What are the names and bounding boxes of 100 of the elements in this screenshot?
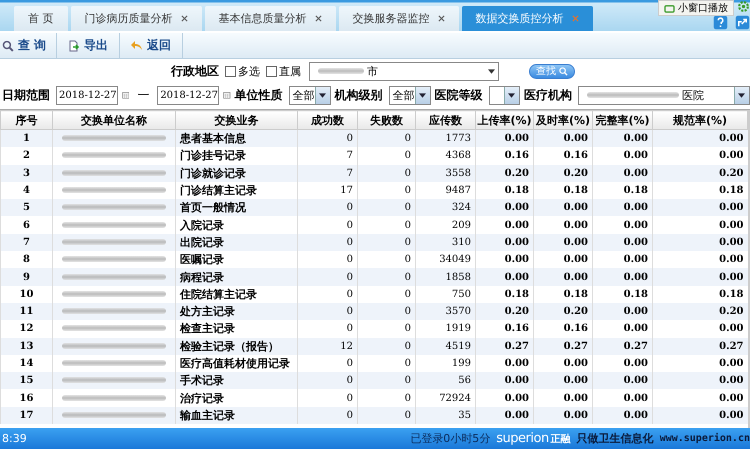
table-cell: 7 [298,164,358,182]
table-cell: 0.00 [592,302,652,320]
table-cell: 1773 [416,130,476,148]
table-cell: 0 [358,338,416,355]
tab[interactable]: 基本信息质量分析 [204,6,336,31]
column-header[interactable]: 及时率(%) [534,110,592,130]
table-cell: 11 [0,302,52,320]
table-cell: 0 [298,234,358,252]
date-field[interactable]: 2018-12-27 [157,86,219,104]
session-time: 已登录0小时5分 [410,431,490,446]
toolbar-button[interactable]: 查 询 [0,33,57,58]
help-icon[interactable] [713,15,728,30]
table-cell: 输血主记录 [176,406,298,424]
column-header[interactable]: 规范率(%) [652,110,748,130]
tab[interactable]: 首 页 [14,6,68,31]
table-cell: 0.20 [652,164,748,182]
column-header[interactable]: 序号 [0,110,52,130]
table-cell: 0 [358,406,416,424]
calendar-icon[interactable] [222,89,231,101]
filter-label: 医疗机构 [524,86,572,104]
table-cell: 0.20 [476,164,534,182]
table-cell: 0.00 [592,268,652,286]
calendar-icon[interactable] [122,89,130,101]
checkbox-label: 多选 [238,64,260,78]
column-header[interactable]: 成功数 [298,110,358,130]
column-header[interactable]: 失败数 [358,110,416,130]
tab[interactable]: 门诊病历质量分析 [70,6,202,31]
settings-icon[interactable] [737,0,750,13]
filter-label: 机构级别 [334,86,383,104]
table-cell: 0.00 [652,234,748,252]
column-header[interactable]: 交换单位名称 [52,110,176,130]
table-cell: 4519 [416,338,476,355]
toolbar-button[interactable]: 返回 [120,33,183,58]
toolbar-button[interactable]: 导出 [57,33,120,58]
share-icon[interactable] [735,15,750,30]
table-cell: 0.00 [592,234,652,252]
table-cell: 0 [298,406,358,424]
column-header[interactable]: 交换业务 [176,110,298,130]
column-header[interactable]: 完整率(%) [592,110,652,130]
table-cell: 0 [358,302,416,320]
table-cell: 0.20 [476,302,534,320]
table-cell: 310 [416,234,476,252]
table-cell: 病程记录 [176,268,298,286]
close-icon[interactable] [180,15,188,22]
table-cell: 7 [0,234,52,252]
column-header[interactable]: 应传数 [416,110,476,130]
website-url: www.superion.cn [660,433,750,444]
close-icon[interactable] [438,15,444,22]
tv-icon [664,4,675,12]
table-cell: 0.20 [652,302,748,320]
slogan-text: 只做卫生信息化 [576,431,654,446]
table-cell: 12 [298,338,358,355]
region-select[interactable]: 市 [309,62,499,80]
table-cell: 9 [0,268,52,286]
table-cell: 15 [0,372,52,390]
search-icon [559,66,568,76]
caret-icon[interactable] [508,92,516,98]
table-cell: 0 [358,372,416,390]
table-cell: 0.27 [534,338,592,355]
table-cell: 患者基本信息 [176,130,298,148]
table-cell: 0.27 [476,338,534,355]
table-cell: 0.00 [652,130,748,148]
select-field[interactable] [488,86,520,104]
clock-text: 8:39 [1,432,27,445]
table-cell: 0.00 [476,130,534,148]
caret-icon[interactable] [738,92,746,98]
popout-button[interactable]: 小窗口播放 [658,0,734,16]
caret-icon[interactable] [488,68,494,74]
table-cell: 0.00 [476,268,534,286]
table-cell: 0 [298,199,358,216]
table-cell: 0 [298,372,358,390]
close-icon[interactable] [314,15,322,22]
table-cell: 3558 [416,164,476,182]
table-cell: 0.00 [592,130,652,148]
date-field[interactable]: 2018-12-27 [56,86,118,104]
table-cell: 0.00 [652,406,748,424]
table-cell: 0.27 [652,338,748,355]
table-cell: 手术记录 [176,372,298,390]
table-cell: 0 [298,302,358,320]
table-cell: 0.00 [534,199,592,216]
table-cell: 0.00 [652,199,748,216]
checkbox[interactable] [225,66,236,76]
table-cell: 13 [0,338,52,355]
checkbox[interactable] [266,66,277,76]
table-cell: 0.00 [534,234,592,252]
table-cell: 0.27 [592,338,652,355]
select-field[interactable]: 全部 [288,86,331,104]
caret-icon[interactable] [319,92,326,98]
brand-name: 正融 [550,432,571,446]
column-header[interactable]: 上传率(%) [476,110,534,130]
table-cell: 0.20 [534,302,592,320]
table-cell: 324 [416,199,476,216]
table-cell: 0.00 [592,199,652,216]
select-field[interactable]: 医院 [578,86,750,104]
table-cell: 0.00 [476,406,534,424]
filter-label: 单位性质 [234,86,283,104]
tab[interactable]: 交换服务器监控 [338,6,458,31]
select-field[interactable]: 全部 [388,86,431,104]
caret-icon[interactable] [419,92,426,98]
table-cell: 检验主记录（报告） [176,338,298,355]
